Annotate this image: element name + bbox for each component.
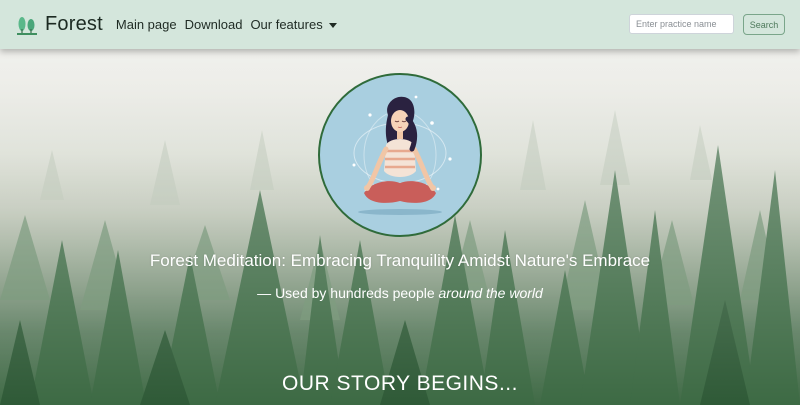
- chevron-down-icon: [328, 22, 337, 28]
- brand-name: Forest: [45, 13, 103, 35]
- tagline-text: Used by hundreds people: [275, 285, 435, 301]
- nav-link-download[interactable]: Download: [185, 17, 243, 32]
- tagline-dash: —: [257, 285, 272, 301]
- hero-headline: Forest Meditation: Embracing Tranquility…: [149, 251, 651, 270]
- forest-logo-icon: [17, 16, 37, 35]
- brand-link[interactable]: Forest: [15, 13, 103, 37]
- hero-tagline: — Used by hundreds people around the wor…: [0, 285, 800, 301]
- nav-links: Main page Download Our features: [116, 17, 345, 32]
- nav-link-main-page[interactable]: Main page: [116, 17, 177, 32]
- search-button[interactable]: Search: [743, 14, 785, 35]
- meditation-illustration: [318, 73, 482, 237]
- search-input[interactable]: [629, 14, 734, 34]
- section-heading-story: OUR STORY BEGINS...: [282, 372, 518, 395]
- meditating-woman-icon: [352, 95, 452, 215]
- nav-dropdown-label: Our features: [250, 17, 323, 32]
- tagline-emphasis: around the world: [438, 285, 543, 301]
- navbar: Forest Main page Download Our features S…: [0, 0, 800, 49]
- nav-dropdown-our-features[interactable]: Our features: [250, 17, 337, 32]
